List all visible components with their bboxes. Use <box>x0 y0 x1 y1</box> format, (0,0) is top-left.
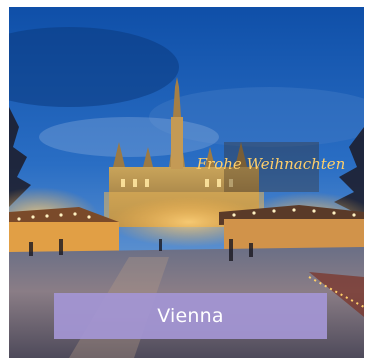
destination-card-vienna[interactable]: Frohe Weihnachten Vienna <box>9 7 364 358</box>
photo-sign-text: Frohe Weihnachten <box>196 155 346 173</box>
city-name-label[interactable]: Vienna <box>54 293 327 339</box>
